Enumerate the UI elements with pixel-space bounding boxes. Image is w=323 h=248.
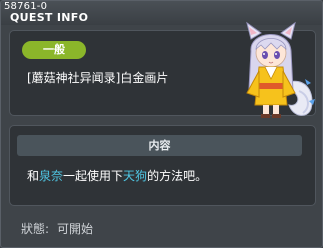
desc-middle: 一起使用下	[63, 169, 124, 183]
status-label: 狀態:	[21, 222, 50, 236]
quest-description: 和泉奈一起使用下天狗的方法吧。	[27, 167, 207, 184]
quest-category-badge: 一般	[22, 41, 86, 59]
npc-name-link-2: 天狗	[123, 169, 148, 183]
quest-name: [蘑菇神社异闻录]白金画片	[27, 71, 169, 85]
window-title: QUEST INFO	[10, 11, 89, 24]
content-section-header: 内容	[17, 135, 302, 156]
status-value: 可開始	[57, 222, 94, 236]
quest-status: 狀態: 可開始	[21, 220, 93, 237]
desc-suffix: 的方法吧。	[147, 169, 208, 183]
fox-girl-npc-icon	[246, 21, 315, 118]
quest-content-panel: 内容 和泉奈一起使用下天狗的方法吧。	[9, 125, 316, 206]
quest-info-window: 58761-0 QUEST INFO 一般 [蘑菇神社异闻录]白金画片 内容 和…	[0, 0, 323, 248]
desc-prefix: 和	[27, 169, 40, 183]
npc-name-link: 泉奈	[39, 169, 64, 183]
